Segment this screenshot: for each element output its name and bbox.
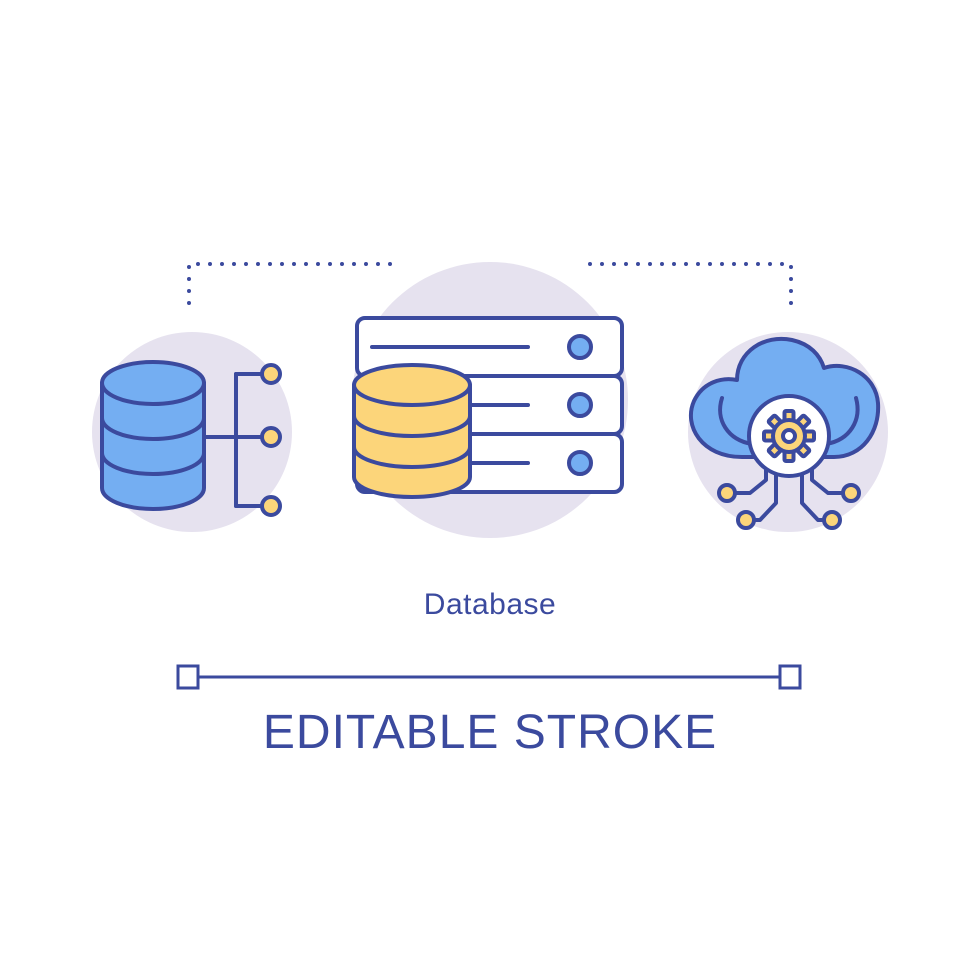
concept-icon-page: Database EDITABLE STROKE bbox=[0, 0, 980, 980]
editable-stroke-line bbox=[176, 664, 802, 690]
dotted-connector-left bbox=[187, 262, 392, 314]
concept-illustration bbox=[92, 262, 888, 690]
gear-icon bbox=[762, 409, 816, 463]
page-title: Database bbox=[423, 588, 557, 621]
dotted-connector-right bbox=[588, 262, 793, 314]
editable-stroke-label: EDITABLE STROKE bbox=[262, 706, 718, 759]
line-end-handle bbox=[778, 664, 802, 690]
server-rack-database-icon bbox=[352, 316, 624, 499]
line-start-handle bbox=[176, 664, 200, 690]
